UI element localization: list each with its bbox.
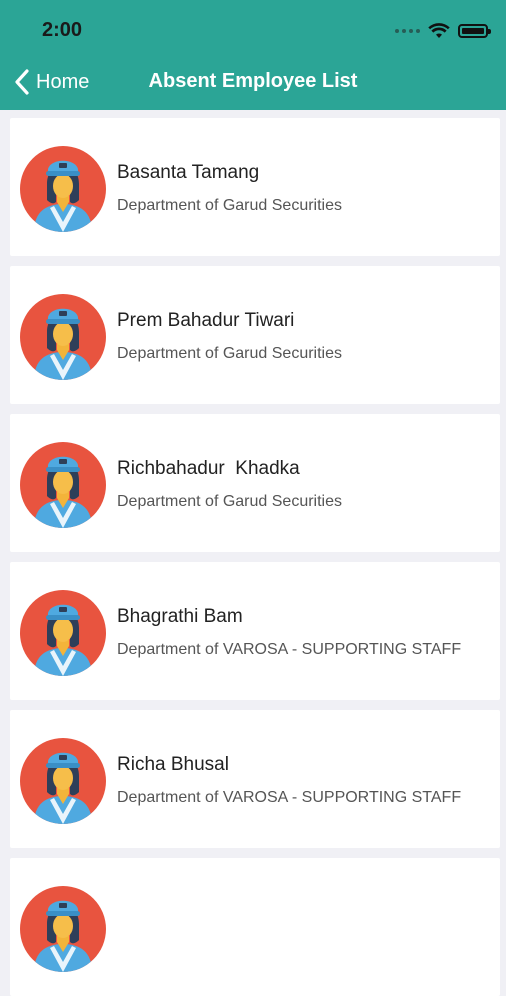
app-header: 2:00 Home Absent Employee List (0, 0, 506, 110)
employee-department: Department of VAROSA - SUPPORTING STAFF (117, 641, 462, 658)
employee-card[interactable]: Bhagrathi Bam Department of VAROSA - SUP… (10, 562, 500, 700)
employee-avatar-icon (20, 442, 106, 528)
signal-icon (395, 29, 420, 33)
status-time: 2:00 (42, 19, 83, 41)
employee-avatar-icon (20, 886, 106, 972)
status-icons (395, 21, 491, 41)
employee-avatar-icon (20, 738, 106, 824)
employee-card[interactable]: Prem Bahadur Tiwari Department of Garud … (10, 266, 500, 404)
employee-department: Department of Garud Securities (117, 493, 342, 510)
employee-department: Department of Garud Securities (117, 345, 342, 362)
employee-card[interactable] (10, 858, 500, 996)
employee-name: Richbahadur Khadka (117, 458, 300, 479)
employee-department: Department of VAROSA - SUPPORTING STAFF (117, 789, 462, 806)
employee-card[interactable]: Basanta Tamang Department of Garud Secur… (10, 118, 500, 256)
employee-card[interactable]: Richa Bhusal Department of VAROSA - SUPP… (10, 710, 500, 848)
employee-name: Basanta Tamang (117, 162, 260, 183)
wifi-icon (428, 23, 450, 38)
employee-name: Bhagrathi Bam (117, 606, 243, 627)
employee-department: Department of Garud Securities (117, 197, 342, 214)
page-title: Absent Employee List (148, 70, 358, 92)
employee-avatar-icon (20, 590, 106, 676)
battery-icon (458, 24, 491, 38)
employee-name: Prem Bahadur Tiwari (117, 310, 295, 331)
employee-avatar-icon (20, 294, 106, 380)
employee-card[interactable]: Richbahadur Khadka Department of Garud S… (10, 414, 500, 552)
employee-avatar-icon (20, 146, 106, 232)
employee-name: Richa Bhusal (117, 754, 229, 775)
